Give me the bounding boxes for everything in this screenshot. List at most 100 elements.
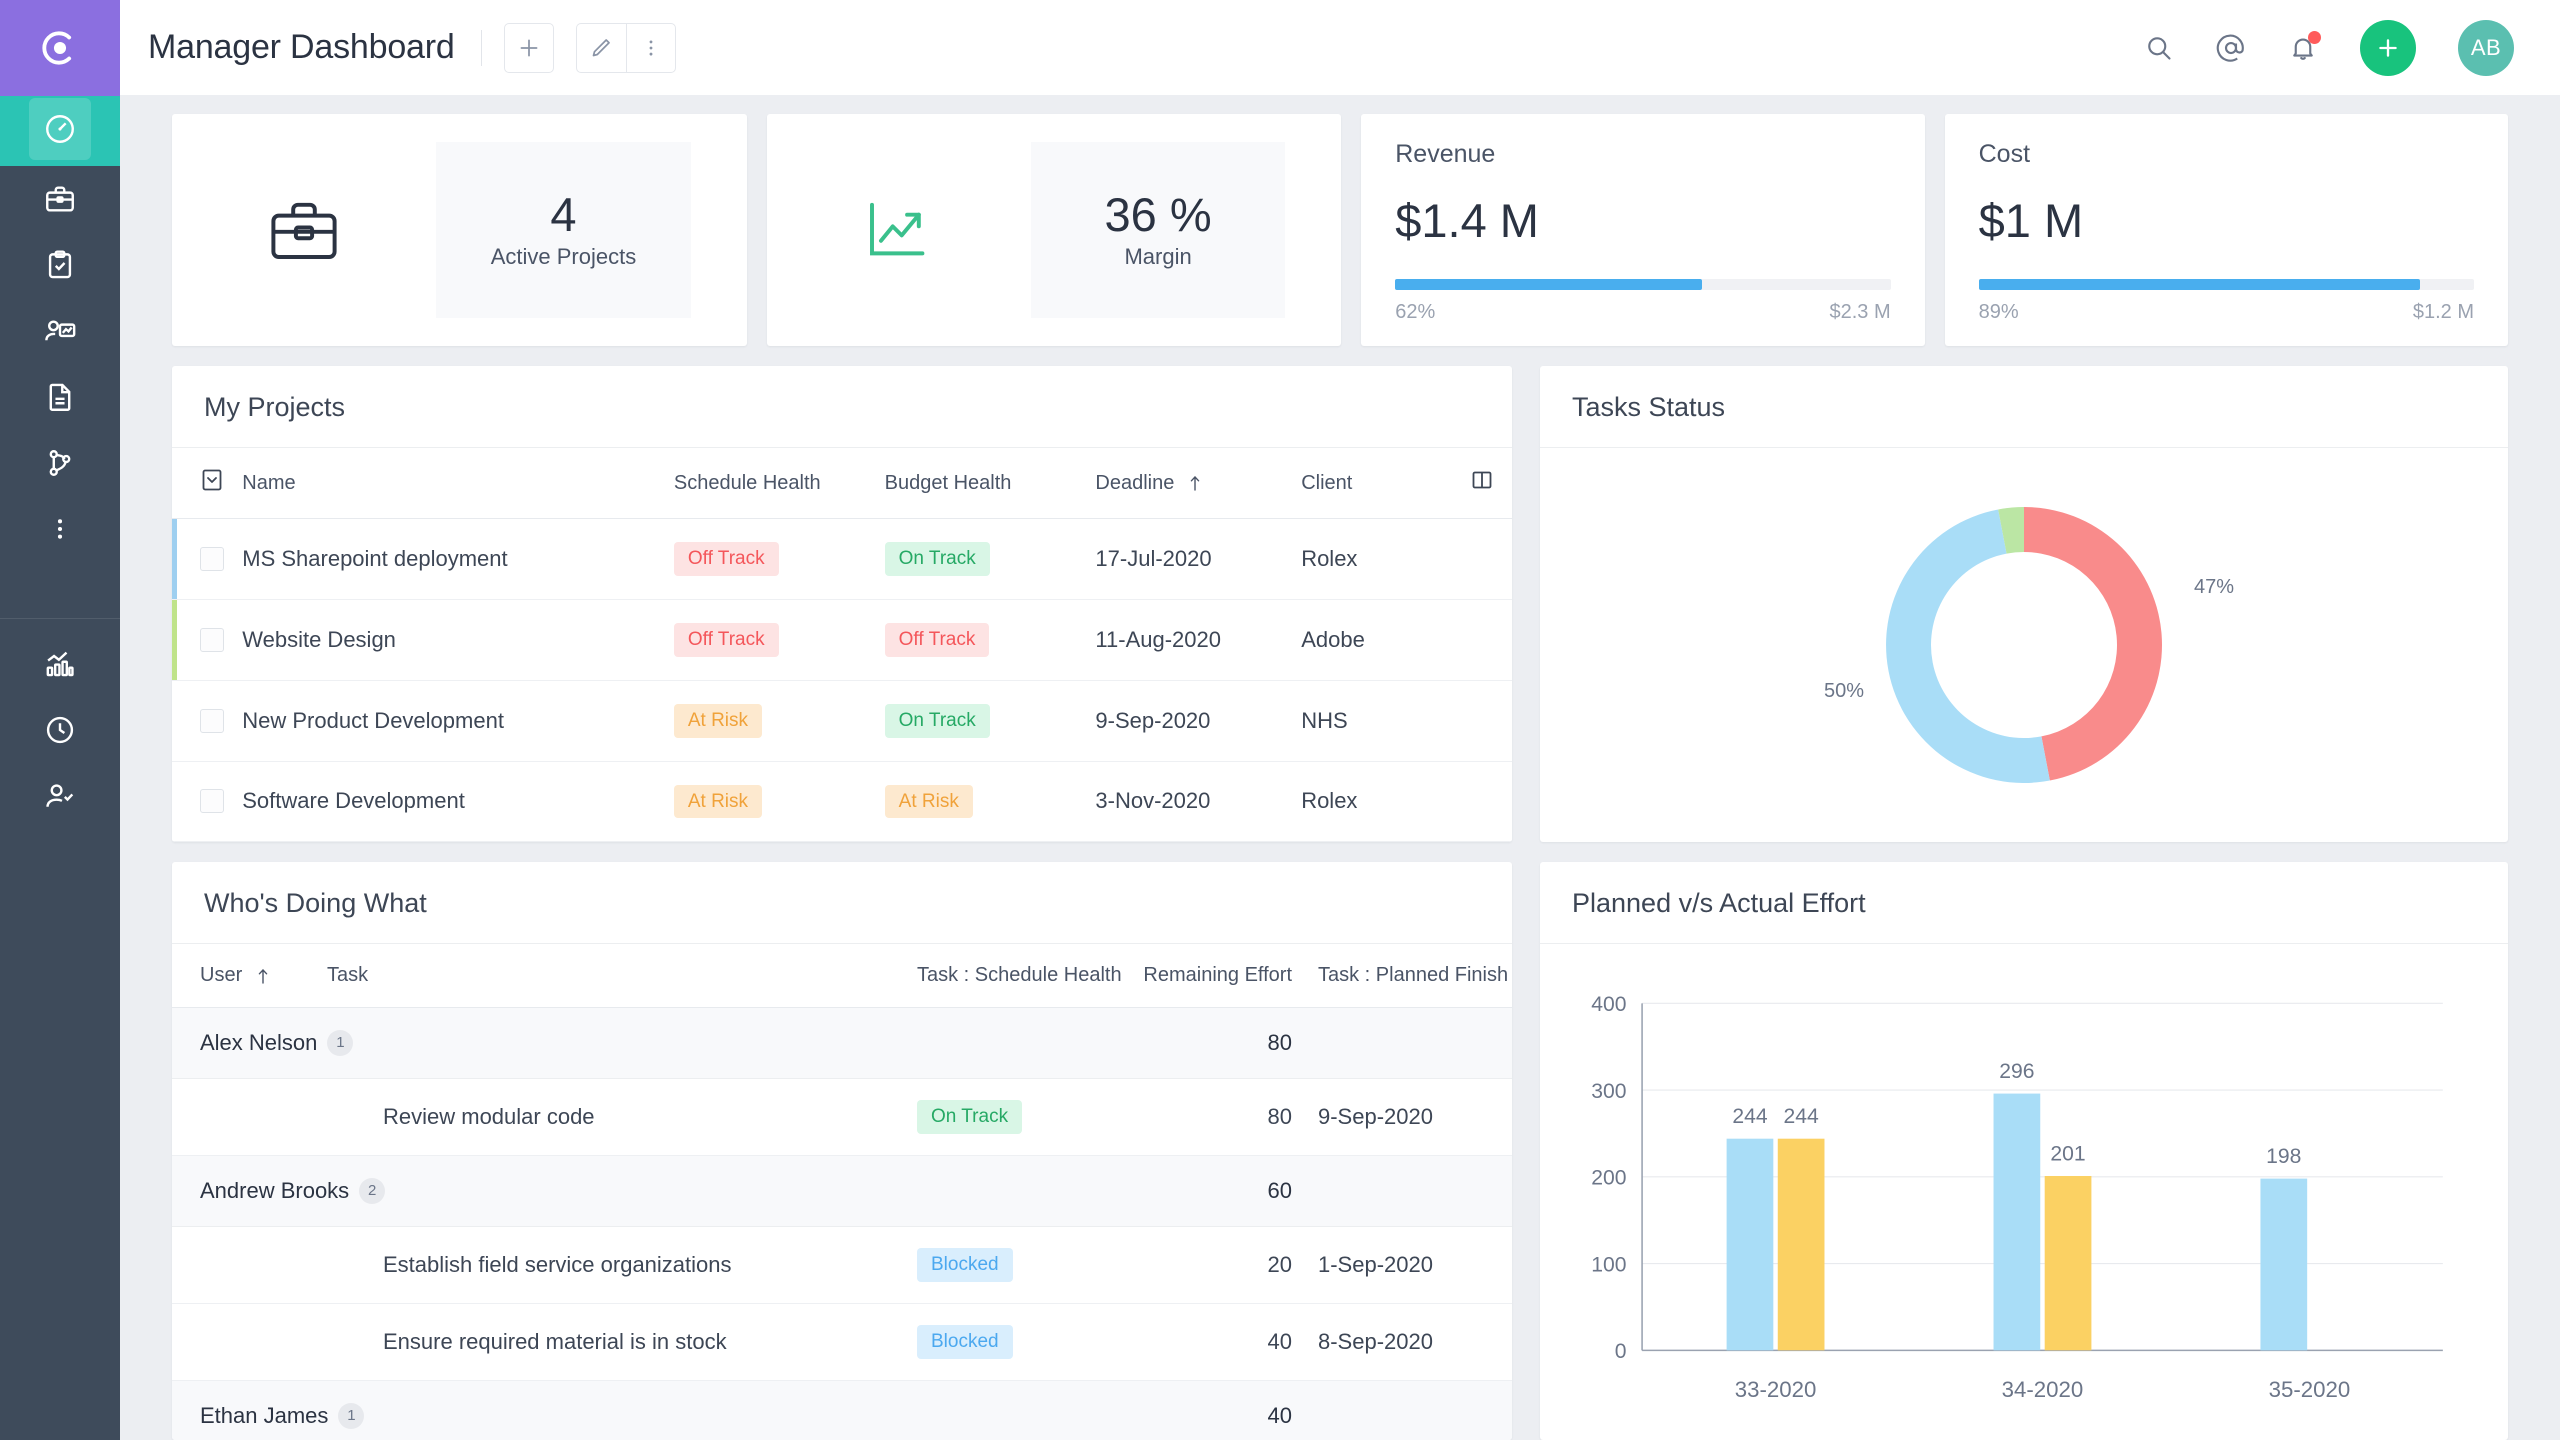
add-widget-button[interactable] — [504, 23, 554, 73]
tasks-status-title: Tasks Status — [1540, 366, 2508, 448]
more-vertical-icon — [638, 35, 664, 61]
column-header-name[interactable]: Name — [242, 448, 674, 519]
y-axis-tick-label: 100 — [1591, 1254, 1626, 1277]
edit-dashboard-button[interactable] — [576, 23, 626, 73]
bar-value-label: 201 — [2050, 1143, 2085, 1166]
row-end-cell — [1452, 519, 1512, 600]
group-user-cell: Alex Nelson1 — [172, 1008, 1142, 1079]
column-header-task-planned-finish[interactable]: Task : Planned Finish — [1292, 944, 1512, 1008]
cost-amount: $1 M — [1979, 193, 2474, 248]
row-select-cell[interactable] — [172, 519, 242, 600]
page-title: Manager Dashboard — [148, 28, 455, 67]
sort-ascending-icon — [1188, 472, 1202, 495]
table-row[interactable]: New Product DevelopmentAt RiskOn Track9-… — [172, 680, 1512, 761]
deadline-cell: 9-Sep-2020 — [1095, 680, 1301, 761]
row-select-cell[interactable] — [172, 761, 242, 842]
task-finish-cell: 1-Sep-2020 — [1292, 1227, 1512, 1304]
column-header-budget-health[interactable]: Budget Health — [885, 448, 1096, 519]
column-header-remaining-effort[interactable]: Remaining Effort — [1142, 944, 1292, 1008]
group-row[interactable]: Alex Nelson180 — [172, 1008, 1512, 1079]
column-header-task-schedule-health[interactable]: Task : Schedule Health — [917, 944, 1142, 1008]
sort-ascending-icon — [256, 964, 270, 987]
clipboard-check-icon — [43, 248, 77, 282]
status-badge: On Track — [885, 542, 990, 576]
search-button[interactable] — [2144, 33, 2174, 63]
row-select-cell[interactable] — [172, 599, 242, 680]
status-badge: Blocked — [917, 1325, 1013, 1359]
project-name-cell: Website Design — [242, 599, 674, 680]
row-checkbox[interactable] — [200, 547, 224, 571]
table-row[interactable]: Ensure required material is in stockBloc… — [172, 1304, 1512, 1381]
sidebar-item-documents[interactable] — [29, 366, 91, 428]
group-finish-cell — [1292, 1156, 1512, 1227]
revenue-target: $2.3 M — [1829, 301, 1890, 324]
group-row[interactable]: Andrew Brooks260 — [172, 1156, 1512, 1227]
sidebar-item-resources[interactable] — [29, 300, 91, 362]
row-projects-tasks: My Projects Name Schedule Health Budget … — [172, 366, 2508, 842]
sidebar-item-timesheets[interactable] — [29, 699, 91, 761]
whos-doing-what-table: User Task Task : Schedule Health Remaini… — [172, 944, 1512, 1440]
deadline-cell: 17-Jul-2020 — [1095, 519, 1301, 600]
schedule-health-cell: At Risk — [674, 761, 885, 842]
more-vertical-icon — [43, 512, 77, 546]
budget-health-cell: On Track — [885, 680, 1096, 761]
table-row[interactable]: MS Sharepoint deploymentOff Track On Trac… — [172, 519, 1512, 600]
task-count-badge: 1 — [338, 1403, 364, 1429]
table-row[interactable]: Website DesignOff TrackOff Track11-Aug-2… — [172, 599, 1512, 680]
status-badge: Off Track — [674, 542, 779, 576]
row-checkbox[interactable] — [200, 709, 224, 733]
table-row[interactable]: Software DevelopmentAt RiskAt Risk3-Nov-… — [172, 761, 1512, 842]
dashboard-more-button[interactable] — [626, 23, 676, 73]
project-name-cell: MS Sharepoint deployment — [242, 519, 674, 600]
sidebar-item-approvals[interactable] — [29, 765, 91, 827]
analytics-bar-icon — [43, 647, 77, 681]
kpi-row: 4 Active Projects 36 % Margin — [172, 114, 2508, 346]
column-header-client[interactable]: Client — [1301, 448, 1452, 519]
y-axis-tick-label: 400 — [1591, 994, 1626, 1017]
sidebar-item-dashboard[interactable] — [0, 96, 120, 166]
sidebar-item-workflow[interactable] — [29, 432, 91, 494]
x-axis-tick-label: 35-2020 — [2269, 1377, 2351, 1402]
task-finish-cell: 8-Sep-2020 — [1292, 1304, 1512, 1381]
user-check-icon — [43, 779, 77, 813]
trend-up-chart-icon — [767, 142, 1031, 318]
row-select-cell[interactable] — [172, 680, 242, 761]
sidebar-item-analytics[interactable] — [29, 633, 91, 695]
column-header-task[interactable]: Task — [327, 944, 917, 1008]
column-header-user[interactable]: User — [172, 944, 327, 1008]
kpi-value-block: 4 Active Projects — [436, 142, 690, 318]
sidebar-item-more[interactable] — [29, 498, 91, 560]
notifications-button[interactable] — [2288, 33, 2318, 63]
dashboard-gauge-icon — [43, 112, 77, 146]
row-checkbox[interactable] — [200, 628, 224, 652]
cost-progress-fill — [1979, 279, 2420, 290]
create-new-button[interactable] — [2360, 20, 2416, 76]
kpi-card-active-projects: 4 Active Projects — [172, 114, 747, 346]
table-row[interactable]: Establish field service organizationsBlo… — [172, 1227, 1512, 1304]
task-name-cell: Establish field service organizations — [327, 1227, 917, 1304]
column-header-deadline[interactable]: Deadline — [1095, 448, 1301, 519]
planned-vs-actual-bars: 010020030040024424433-202029620134-20201… — [1562, 970, 2474, 1437]
row-checkbox[interactable] — [200, 789, 224, 813]
app-logo[interactable] — [0, 0, 120, 96]
avatar[interactable]: AB — [2458, 20, 2514, 76]
status-badge: Off Track — [885, 623, 990, 657]
task-effort-cell: 40 — [1142, 1304, 1292, 1381]
bar — [1994, 1094, 2041, 1351]
donut-segment — [2024, 507, 2162, 781]
top-bar: Manager Dashboard — [120, 0, 2560, 96]
sidebar-item-projects[interactable] — [29, 168, 91, 230]
group-row[interactable]: Ethan James140 — [172, 1380, 1512, 1440]
column-settings-header[interactable] — [1452, 448, 1512, 519]
whos-doing-what-table-header: User Task Task : Schedule Health Remaini… — [172, 944, 1512, 1008]
task-finish-cell: 9-Sep-2020 — [1292, 1079, 1512, 1156]
sidebar — [0, 0, 120, 1440]
table-row[interactable]: Review modular codeOn Track809-Sep-2020 — [172, 1079, 1512, 1156]
mentions-button[interactable] — [2216, 33, 2246, 63]
kpi-value-block: 36 % Margin — [1031, 142, 1285, 318]
sidebar-item-tasks[interactable] — [29, 234, 91, 296]
deadline-cell: 3-Nov-2020 — [1095, 761, 1301, 842]
column-header-schedule-health[interactable]: Schedule Health — [674, 448, 885, 519]
select-all-header[interactable] — [172, 448, 242, 519]
user-chart-icon — [43, 314, 77, 348]
